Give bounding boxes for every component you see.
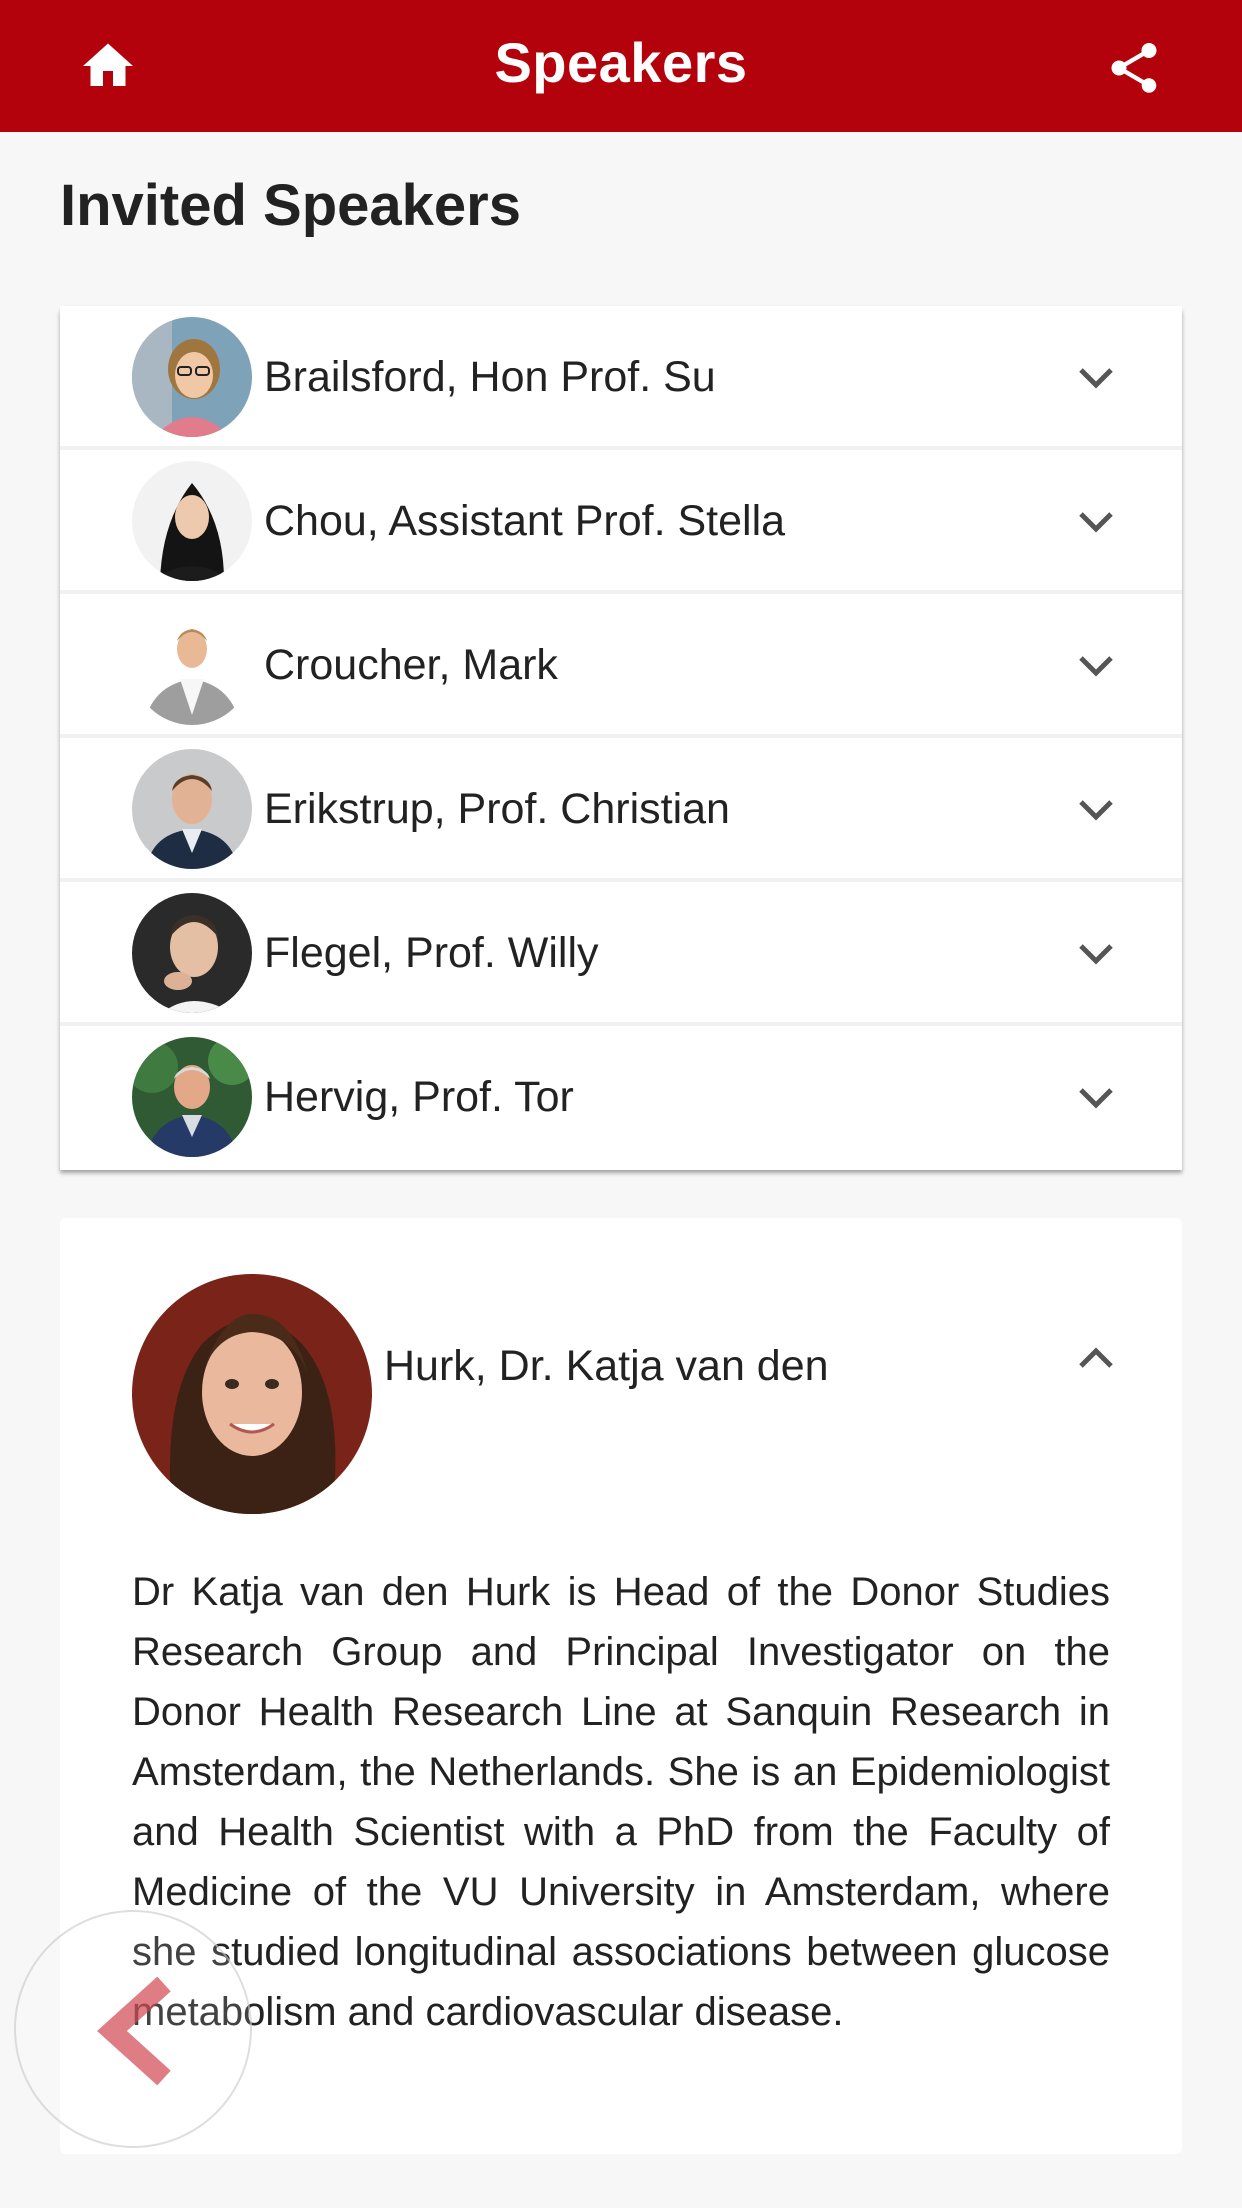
speaker-avatar: [132, 749, 252, 869]
chevron-down-icon[interactable]: [1078, 366, 1114, 390]
top-app-bar: Speakers: [0, 0, 1242, 132]
chevron-down-icon[interactable]: [1078, 1086, 1114, 1110]
speaker-avatar: [132, 461, 252, 581]
speaker-row[interactable]: Chou, Assistant Prof. Stella: [60, 450, 1182, 594]
chevron-down-icon[interactable]: [1078, 654, 1114, 678]
speaker-name: Chou, Assistant Prof. Stella: [264, 497, 786, 545]
speaker-row[interactable]: Erikstrup, Prof. Christian: [60, 738, 1182, 882]
speaker-avatar: [132, 893, 252, 1013]
back-button[interactable]: [14, 1910, 252, 2148]
speaker-row[interactable]: Croucher, Mark: [60, 594, 1182, 738]
speaker-name: Hurk, Dr. Katja van den: [384, 1342, 829, 1390]
speaker-avatar: [132, 1274, 372, 1514]
share-icon[interactable]: [1104, 36, 1164, 100]
speaker-list: Brailsford, Hon Prof. Su Chou, Assistant…: [60, 306, 1182, 1170]
speaker-row[interactable]: Flegel, Prof. Willy: [60, 882, 1182, 1026]
section-title: Invited Speakers: [60, 173, 521, 238]
speaker-avatar: [132, 605, 252, 725]
speaker-name: Flegel, Prof. Willy: [264, 929, 599, 977]
chevron-up-icon[interactable]: [1078, 1346, 1114, 1370]
speaker-row[interactable]: Hervig, Prof. Tor: [60, 1026, 1182, 1170]
speaker-bio: Dr Katja van den Hurk is Head of the Don…: [132, 1570, 1110, 2034]
speaker-name: Erikstrup, Prof. Christian: [264, 785, 730, 833]
speaker-name: Hervig, Prof. Tor: [264, 1073, 574, 1121]
chevron-down-icon[interactable]: [1078, 510, 1114, 534]
speaker-name: Brailsford, Hon Prof. Su: [264, 353, 716, 401]
speaker-avatar: [132, 1037, 252, 1157]
chevron-down-icon[interactable]: [1078, 942, 1114, 966]
speaker-avatar: [132, 317, 252, 437]
speaker-row[interactable]: Brailsford, Hon Prof. Su: [60, 306, 1182, 450]
chevron-down-icon[interactable]: [1078, 798, 1114, 822]
page-title: Speakers: [494, 31, 748, 94]
speaker-name: Croucher, Mark: [264, 641, 558, 689]
chevron-left-icon: [97, 1976, 171, 2086]
